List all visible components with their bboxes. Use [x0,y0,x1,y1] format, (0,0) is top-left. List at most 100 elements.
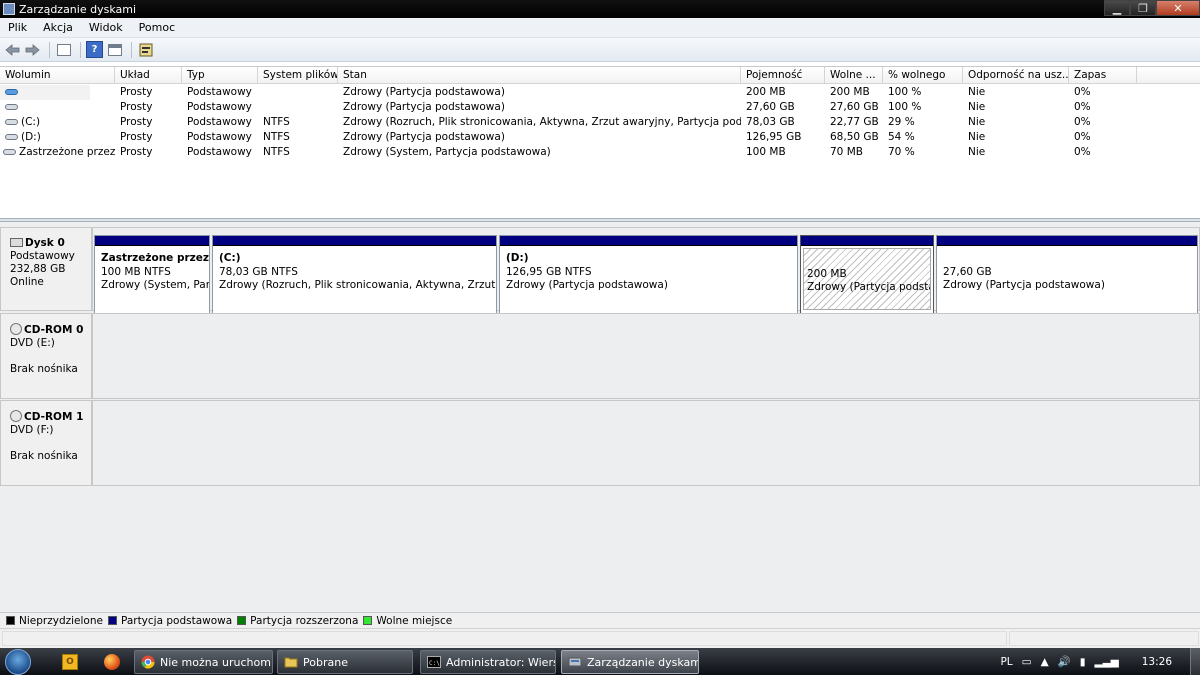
legend-primary: Partycja podstawowa [107,615,232,627]
cell-status: Zdrowy (Partycja podstawowa) [343,131,505,143]
cell-status: Zdrowy (Rozruch, Plik stronicowania, Akt… [343,116,741,128]
cell-overhead: 0% [1074,101,1091,113]
column-header-type[interactable]: Typ [182,67,258,84]
partition-27gb[interactable]: 27,60 GB Zdrowy (Partycja podstawowa) [936,235,1198,315]
cell-overhead: 0% [1074,86,1091,98]
cell-free: 27,60 GB [830,101,879,113]
status-segment [1009,631,1199,646]
status-segment [2,631,1007,646]
menu-widok[interactable]: Widok [81,21,131,34]
show-hidden-icons-icon[interactable]: ▲ [1041,656,1049,668]
cdrom-1-drive: DVD (F:) [10,424,54,436]
svg-text:C:\: C:\ [429,660,440,667]
cell-status: Zdrowy (Partycja podstawowa) [343,86,505,98]
menu-pomoc[interactable]: Pomoc [131,21,183,34]
help-icon[interactable]: ? [86,41,103,58]
column-header-volume[interactable]: Wolumin [0,67,115,84]
cell-layout: Prosty [120,146,153,158]
disk-0-state: Online [10,276,44,288]
outlook-icon[interactable]: O [62,653,78,670]
column-header-free[interactable]: Wolne ... [825,67,883,84]
volume-icon [5,119,18,125]
firefox-icon[interactable] [104,653,120,670]
task-pobrane[interactable]: Pobrane [277,650,413,674]
partition-200mb-selected[interactable]: 200 MB Zdrowy (Partycja podstaw [800,235,934,315]
cmd-icon: C:\ [427,656,441,668]
cdrom-1-label[interactable]: CD-ROM 1 DVD (F:) Brak nośnika [0,400,92,486]
cd-drive-icon [10,410,22,422]
cell-layout: Prosty [120,101,153,113]
table-row[interactable]: (D:) Prosty Podstawowy NTFS Zdrowy (Part… [0,130,1200,145]
column-header-status[interactable]: Stan [338,67,741,84]
cell-free: 70 MB [830,146,863,158]
cdrom-0-label[interactable]: CD-ROM 0 DVD (E:) Brak nośnika [0,313,92,399]
start-button[interactable] [0,648,36,675]
cdrom-0-area [92,313,1200,399]
cell-fs [258,85,338,100]
minimize-button[interactable]: ▁ [1104,0,1130,16]
partition-d[interactable]: (D:) 126,95 GB NTFS Zdrowy (Partycja podst… [499,235,798,315]
column-header-capacity[interactable]: Pojemność [741,67,825,84]
cell-fs: NTFS [263,116,290,128]
column-header-overhead[interactable]: Zapas [1069,67,1137,84]
cell-pct: 70 % [888,146,915,158]
toolbar-separator [49,41,50,58]
table-row[interactable]: Prosty Podstawowy Zdrowy (Partycja podst… [0,85,1200,100]
cell-pct: 29 % [888,116,915,128]
task-disk-management[interactable]: Zarządzanie dyskami [561,650,699,674]
cell-layout: Prosty [120,86,153,98]
maximize-button[interactable]: ❐ [1130,0,1156,16]
language-indicator[interactable]: PL [1000,656,1012,668]
partition-c[interactable]: (C:) 78,03 GB NTFS Zdrowy (Rozruch, Plik s… [212,235,497,315]
hard-disk-icon [10,238,23,247]
column-header-layout[interactable]: Układ [115,67,182,84]
cell-type: Podstawowy [187,86,252,98]
power-icon[interactable]: ▮ [1080,656,1086,668]
cell-type: Podstawowy [187,131,252,143]
volume-icon[interactable]: 🔊 [1058,655,1071,668]
task-cmd[interactable]: C:\ Administrator: Wiers... [420,650,556,674]
show-desktop-button[interactable] [1190,648,1200,675]
cell-fs: NTFS [263,131,290,143]
properties-icon[interactable] [137,41,154,58]
clock[interactable]: 13:26 [1142,656,1172,668]
volume-icon [5,104,18,110]
cell-fault: Nie [968,116,986,128]
cell-type: Podstawowy [187,116,252,128]
cell-capacity: 126,95 GB [746,131,802,143]
system-tray: PL ▭ ▲ 🔊 ▮ ▂▃▅ 13:26 [1000,648,1200,675]
table-row[interactable]: Zastrzeżone przez ... Prosty Podstawowy … [0,145,1200,160]
cdrom-0-name: CD-ROM 0 [24,324,84,336]
menu-akcja[interactable]: Akcja [35,21,81,34]
cd-drive-icon [10,323,22,335]
toolbar-separator [80,41,81,58]
task-chrome[interactable]: Nie można uruchom... [134,650,273,674]
back-arrow-icon[interactable] [4,41,21,58]
table-row[interactable]: Prosty Podstawowy Zdrowy (Partycja podst… [0,100,1200,115]
disk-0-name: Dysk 0 [25,237,65,249]
disk-0-partitions: Zastrzeżone przez sy:100 MB NTFSZdrowy (… [92,227,1200,315]
volume-list: Wolumin Układ Typ System plików Stan Poj… [0,66,1200,218]
network-icon[interactable]: ▭ [1022,656,1032,668]
column-header-pct-free[interactable]: % wolnego [883,67,963,84]
close-button[interactable]: ✕ [1156,0,1200,16]
legend-swatch [237,616,247,625]
disk-0-type: Podstawowy [10,250,75,262]
table-row[interactable]: (C:) Prosty Podstawowy NTFS Zdrowy (Rozr… [0,115,1200,130]
legend: Nieprzydzielone Partycja podstawowa Part… [0,612,1200,628]
disk-0-label[interactable]: Dysk 0 Podstawowy 232,88 GB Online [0,227,92,311]
console-tree-icon[interactable] [55,41,72,58]
window-title: Zarządzanie dyskami [19,2,137,16]
column-header-fault-tolerance[interactable]: Odporność na usz... [963,67,1069,84]
signal-icon[interactable]: ▂▃▅ [1095,656,1119,668]
pane-view-icon[interactable] [106,41,123,58]
cell-type: Podstawowy [187,146,252,158]
partition-reserved[interactable]: Zastrzeżone przez sy:100 MB NTFSZdrowy (… [94,235,210,315]
disk-0-size: 232,88 GB [10,263,66,275]
disk-management-app-icon [3,3,15,15]
forward-arrow-icon[interactable] [24,41,41,58]
status-bar [0,628,1200,648]
menu-plik[interactable]: Plik [0,21,35,34]
cell-overhead: 0% [1074,131,1091,143]
column-header-filesystem[interactable]: System plików [258,67,338,84]
